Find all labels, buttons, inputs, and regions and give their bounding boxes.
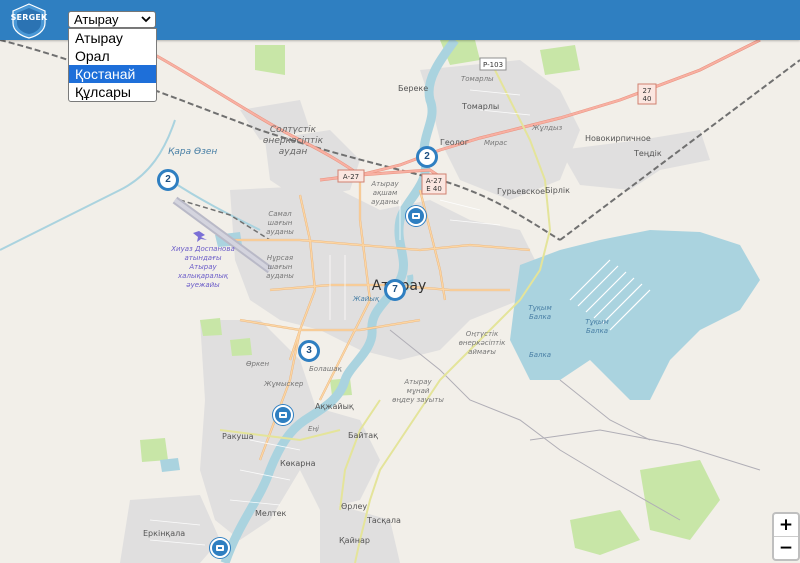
- road-shield-a27-e40: А-27 Е 40: [421, 173, 447, 195]
- svg-text:шағын: шағын: [268, 263, 293, 271]
- svg-text:Атырау: Атырау: [403, 378, 432, 386]
- label-novokirpichnoe: Новокирпичное: [585, 134, 651, 143]
- road-shield-27-40: 27 40: [637, 83, 657, 105]
- svg-text:өнеркәсіптік: өнеркәсіптік: [263, 136, 324, 146]
- svg-text:халықаралық: халықаралық: [177, 272, 229, 280]
- label-bereke: Береке: [398, 84, 428, 93]
- camera-marker[interactable]: [406, 206, 426, 226]
- svg-text:27: 27: [643, 87, 652, 95]
- svg-text:аудан: аудан: [279, 147, 308, 157]
- svg-text:Балка: Балка: [529, 313, 551, 321]
- svg-text:ауданы: ауданы: [266, 272, 294, 280]
- svg-text:Тұқым: Тұқым: [585, 318, 609, 326]
- road-shield-r103: Р-103: [479, 57, 507, 71]
- svg-text:Атырау: Атырау: [188, 263, 217, 271]
- city-dropdown-list: Атырау Орал Қостанай Құлсары: [68, 28, 157, 102]
- label-tomarly: Томарлы: [461, 102, 499, 111]
- svg-text:Мирас: Мирас: [484, 139, 507, 147]
- svg-text:А-27: А-27: [426, 177, 442, 185]
- svg-text:Атырау: Атырау: [370, 180, 399, 188]
- camera-icon: [216, 545, 224, 551]
- svg-text:Оңтүстік: Оңтүстік: [466, 330, 499, 338]
- city-option-atyrau[interactable]: Атырау: [69, 29, 156, 47]
- svg-text:өңдеу зауыты: өңдеу зауыты: [392, 396, 444, 404]
- camera-marker[interactable]: [273, 405, 293, 425]
- svg-text:Болашақ: Болашақ: [309, 365, 343, 373]
- svg-text:Тұқым: Тұқым: [528, 304, 552, 312]
- svg-text:шағын: шағын: [268, 219, 293, 227]
- chevron-down-icon: [141, 16, 151, 23]
- label-erkinkala: Еркінқала: [143, 529, 185, 538]
- label-kara-ozen: Қара Өзен: [168, 147, 217, 157]
- city-select-value: Атырау: [74, 12, 119, 27]
- svg-text:Балка: Балка: [529, 351, 551, 359]
- label-birlik: Бірлік: [545, 186, 570, 195]
- zoom-in-button[interactable]: +: [774, 514, 798, 537]
- svg-text:ақшам: ақшам: [373, 189, 398, 197]
- city-select[interactable]: Атырау: [68, 11, 156, 28]
- label-airport: Хиуаз Доспанова: [170, 245, 234, 253]
- svg-text:А-27: А-27: [343, 173, 359, 181]
- svg-text:Балка: Балка: [586, 327, 608, 335]
- svg-text:өнеркәсіптік: өнеркәсіптік: [459, 339, 507, 347]
- svg-text:аймағы: аймағы: [468, 348, 496, 356]
- logo-text: SERGEK: [10, 13, 48, 22]
- label-guryevskoe: Гурьевское: [497, 187, 545, 196]
- label-bayitakh: Байтақ: [348, 431, 378, 440]
- svg-text:Еңі: Еңі: [308, 425, 319, 433]
- camera-icon: [279, 412, 287, 418]
- label-kaynar: Қайнар: [339, 536, 370, 545]
- svg-text:Самал: Самал: [268, 210, 292, 218]
- road-shield-a27: А-27: [337, 169, 365, 183]
- svg-text:атындағы: атындағы: [184, 254, 221, 262]
- label-akzhaiyk: Ақжайық: [315, 402, 354, 411]
- label-tendik: Теңдік: [633, 149, 662, 158]
- svg-text:Томарлы: Томарлы: [461, 75, 494, 83]
- svg-text:Өркен: Өркен: [246, 360, 269, 368]
- label-geolog: Геолог: [440, 138, 469, 147]
- city-option-oral[interactable]: Орал: [69, 47, 156, 65]
- zoom-control: + −: [772, 512, 800, 561]
- label-industrial-north: Солтүстік: [270, 125, 317, 135]
- cluster-marker[interactable]: 3: [298, 340, 320, 362]
- sergek-logo[interactable]: SERGEK: [9, 3, 49, 39]
- svg-text:Жайық: Жайық: [352, 295, 380, 303]
- cluster-marker[interactable]: 2: [157, 169, 179, 191]
- svg-text:40: 40: [643, 95, 652, 103]
- label-taskala: Тасқала: [366, 516, 401, 525]
- svg-text:мұнай: мұнай: [407, 387, 430, 395]
- svg-text:Е 40: Е 40: [426, 185, 442, 193]
- city-option-kulsary[interactable]: Құлсары: [69, 83, 156, 101]
- camera-marker[interactable]: [210, 538, 230, 558]
- camera-icon: [412, 213, 420, 219]
- cluster-marker[interactable]: 7: [384, 279, 406, 301]
- svg-text:ауданы: ауданы: [266, 228, 294, 236]
- cluster-marker[interactable]: 2: [416, 146, 438, 168]
- label-kokarna: Көкарна: [280, 459, 316, 468]
- city-option-kostanay[interactable]: Қостанай: [69, 65, 156, 83]
- label-rakusha: Ракуша: [222, 432, 254, 441]
- svg-text:Жұлдыз: Жұлдыз: [531, 124, 563, 132]
- label-orley: Өрлеу: [341, 502, 367, 511]
- svg-text:ауданы: ауданы: [371, 198, 399, 206]
- svg-text:Нұрсая: Нұрсая: [267, 254, 293, 262]
- svg-text:Р-103: Р-103: [483, 61, 503, 69]
- zoom-out-button[interactable]: −: [774, 537, 798, 559]
- svg-text:әуежайы: әуежайы: [186, 281, 220, 289]
- svg-text:Жұмыскер: Жұмыскер: [263, 380, 304, 388]
- label-meltek: Мелтек: [255, 509, 287, 518]
